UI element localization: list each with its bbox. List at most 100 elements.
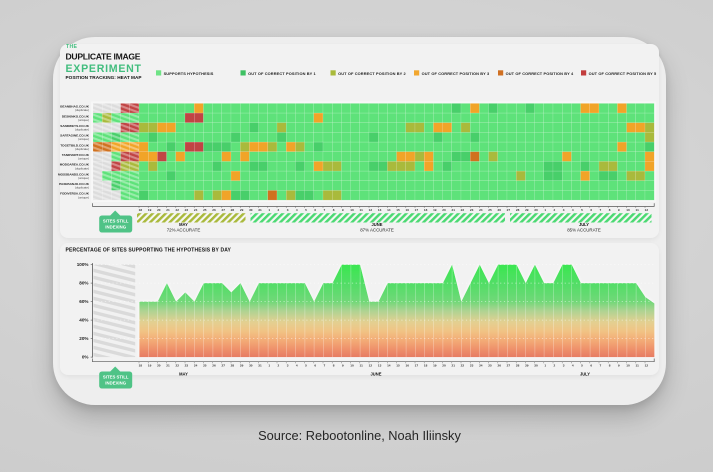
svg-text:DUPLICATE IMAGE: DUPLICATE IMAGE	[66, 52, 141, 62]
svg-text:23: 23	[470, 208, 474, 212]
svg-text:(duplicate): (duplicate)	[75, 108, 89, 112]
svg-text:40%: 40%	[79, 318, 88, 323]
svg-text:9: 9	[618, 363, 620, 367]
svg-text:100%: 100%	[77, 262, 89, 267]
svg-text:21: 21	[166, 363, 170, 367]
svg-text:23: 23	[185, 208, 189, 212]
svg-text:8: 8	[333, 208, 335, 212]
svg-text:4: 4	[572, 363, 574, 367]
svg-text:(unique): (unique)	[78, 157, 89, 161]
svg-text:JULY: JULY	[580, 372, 590, 377]
svg-text:JUNE: JUNE	[372, 222, 383, 227]
svg-text:19: 19	[148, 208, 152, 212]
svg-text:11: 11	[636, 208, 640, 212]
svg-text:60%: 60%	[79, 299, 88, 304]
svg-text:11: 11	[360, 363, 364, 367]
svg-text:5: 5	[581, 363, 583, 367]
svg-text:1: 1	[544, 363, 546, 367]
svg-text:10: 10	[350, 363, 354, 367]
svg-text:12: 12	[369, 363, 373, 367]
svg-text:26: 26	[212, 208, 216, 212]
svg-text:8: 8	[333, 363, 335, 367]
svg-text:25: 25	[488, 363, 492, 367]
svg-text:18: 18	[424, 363, 428, 367]
svg-text:JUNE: JUNE	[371, 372, 382, 377]
svg-text:19: 19	[148, 363, 152, 367]
svg-text:26: 26	[497, 208, 501, 212]
svg-text:17: 17	[415, 208, 419, 212]
svg-text:5: 5	[305, 208, 307, 212]
svg-text:4: 4	[296, 208, 298, 212]
svg-text:9: 9	[618, 208, 620, 212]
svg-text:23: 23	[470, 363, 474, 367]
svg-text:11: 11	[360, 208, 364, 212]
svg-text:72% ACCURATE: 72% ACCURATE	[167, 228, 201, 233]
svg-text:(unique): (unique)	[78, 195, 89, 199]
svg-text:20: 20	[157, 208, 161, 212]
svg-text:14: 14	[387, 363, 391, 367]
svg-text:3: 3	[563, 208, 565, 212]
svg-text:SUPPORTS HYPOTHESIS: SUPPORTS HYPOTHESIS	[164, 71, 214, 76]
svg-text:3: 3	[287, 363, 289, 367]
svg-text:MAY: MAY	[179, 222, 188, 227]
svg-text:80%: 80%	[79, 281, 88, 286]
svg-text:6: 6	[590, 208, 592, 212]
svg-text:10: 10	[350, 208, 354, 212]
svg-text:(duplicate): (duplicate)	[75, 186, 89, 190]
svg-text:24: 24	[479, 208, 483, 212]
svg-text:22: 22	[175, 363, 179, 367]
svg-text:5: 5	[305, 363, 307, 367]
svg-text:23: 23	[185, 363, 189, 367]
svg-text:(unique): (unique)	[78, 118, 89, 122]
svg-text:21: 21	[451, 208, 455, 212]
svg-text:PERCENTAGE OF SITES SUPPORTING: PERCENTAGE OF SITES SUPPORTING THE HYPOT…	[66, 248, 232, 254]
svg-text:22: 22	[175, 208, 179, 212]
svg-text:7: 7	[324, 208, 326, 212]
svg-text:INDEXING: INDEXING	[105, 381, 126, 386]
svg-text:20%: 20%	[79, 336, 88, 341]
svg-text:28: 28	[231, 363, 235, 367]
svg-text:18: 18	[424, 208, 428, 212]
svg-text:6: 6	[314, 208, 316, 212]
svg-text:7: 7	[600, 363, 602, 367]
svg-text:1: 1	[268, 208, 270, 212]
svg-text:THE: THE	[66, 44, 78, 50]
svg-text:30: 30	[534, 208, 538, 212]
svg-text:2: 2	[278, 208, 280, 212]
svg-text:24: 24	[479, 363, 483, 367]
svg-text:(unique): (unique)	[78, 176, 89, 180]
svg-text:30: 30	[249, 208, 253, 212]
svg-text:19: 19	[433, 208, 437, 212]
svg-text:26: 26	[212, 363, 216, 367]
svg-text:18: 18	[139, 208, 143, 212]
svg-text:POSITION TRACKING: HEAT MAP: POSITION TRACKING: HEAT MAP	[66, 75, 142, 80]
svg-text:6: 6	[590, 363, 592, 367]
svg-text:1: 1	[544, 208, 546, 212]
svg-text:EXPERIMENT: EXPERIMENT	[66, 63, 142, 75]
svg-text:9: 9	[342, 208, 344, 212]
svg-text:(duplicate): (duplicate)	[75, 147, 89, 151]
svg-text:9: 9	[342, 363, 344, 367]
svg-text:29: 29	[525, 208, 529, 212]
svg-text:2: 2	[554, 208, 556, 212]
svg-text:31: 31	[258, 208, 262, 212]
svg-text:21: 21	[166, 208, 170, 212]
svg-text:25: 25	[203, 363, 207, 367]
svg-text:JULY: JULY	[579, 222, 589, 227]
svg-text:27: 27	[221, 363, 225, 367]
svg-text:20: 20	[442, 208, 446, 212]
svg-text:18: 18	[139, 363, 143, 367]
svg-text:0%: 0%	[82, 355, 89, 360]
svg-text:12: 12	[369, 208, 373, 212]
svg-text:7: 7	[600, 208, 602, 212]
svg-text:24: 24	[194, 363, 198, 367]
svg-text:16: 16	[405, 208, 409, 212]
svg-text:26: 26	[497, 363, 501, 367]
svg-text:3: 3	[563, 363, 565, 367]
svg-text:1: 1	[268, 363, 270, 367]
svg-text:27: 27	[221, 208, 225, 212]
svg-text:22: 22	[461, 363, 465, 367]
svg-text:OUT OF CORRECT POSITION BY 2: OUT OF CORRECT POSITION BY 2	[338, 71, 406, 76]
svg-text:OUT OF CORRECT POSITION BY 3: OUT OF CORRECT POSITION BY 3	[422, 71, 490, 76]
svg-text:30: 30	[534, 363, 538, 367]
